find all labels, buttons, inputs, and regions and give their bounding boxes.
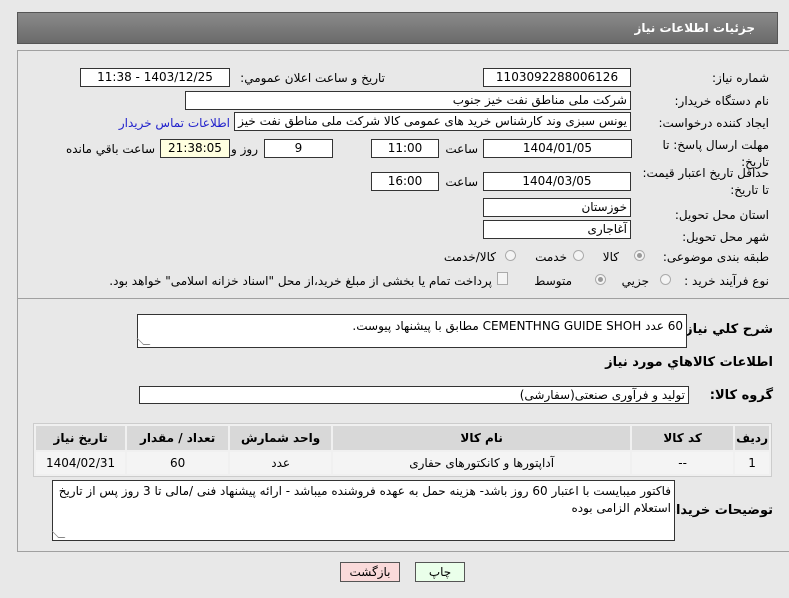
city-field[interactable]: آغاجاری xyxy=(483,220,631,239)
province-label: استان محل تحویل: xyxy=(674,208,769,222)
process-medium-radio[interactable] xyxy=(595,274,606,285)
validity-time-label: ساعت xyxy=(445,175,478,189)
cell-code: -- xyxy=(632,452,734,474)
deadline-date-field[interactable]: 1404/01/05 xyxy=(483,139,632,158)
col-code: کد کالا xyxy=(632,426,734,450)
remaining-label: ساعت باقي مانده xyxy=(65,142,155,156)
need-number-label: شماره نیاز: xyxy=(712,71,769,85)
category-both-label: کالا/خدمت xyxy=(443,250,496,264)
col-unit: واحد شمارش xyxy=(230,426,332,450)
table-row: 1 -- آداپتورها و کانکتورهای حفاری عدد 60… xyxy=(36,452,769,474)
back-button[interactable]: بازگشت xyxy=(340,562,400,582)
city-label: شهر محل تحویل: xyxy=(682,230,769,244)
category-goods-label: کالا xyxy=(602,250,619,264)
col-name: نام کالا xyxy=(333,426,631,450)
days-field[interactable]: 9 xyxy=(264,139,333,158)
remaining-time-field: 21:38:05 xyxy=(160,139,230,158)
summary-label: شرح کلي نياز: xyxy=(679,322,773,337)
buyer-label: نام دستگاه خریدار: xyxy=(674,94,770,108)
cell-name: آداپتورها و کانکتورهای حفاری xyxy=(333,452,631,474)
notes-label: توضیحات خریدار: xyxy=(663,503,773,518)
notes-text: فاکتور میبایست با اعتبار 60 روز باشد- هز… xyxy=(58,484,671,515)
announce-field[interactable]: 1403/12/25 - 11:38 xyxy=(80,68,230,87)
page-header: جزئیات اطلاعات نیاز xyxy=(17,12,778,44)
col-qty: تعداد / مقدار xyxy=(127,426,229,450)
goods-table: ردیف کد کالا نام کالا واحد شمارش تعداد /… xyxy=(33,423,772,477)
announce-label: تاریخ و ساعت اعلان عمومي: xyxy=(240,71,385,85)
contact-info-link[interactable]: اطلاعات تماس خریدار xyxy=(119,116,230,130)
creator-label: ایجاد کننده درخواست: xyxy=(658,116,769,130)
table-header-row: ردیف کد کالا نام کالا واحد شمارش تعداد /… xyxy=(36,426,769,450)
divider xyxy=(17,298,789,299)
creator-field[interactable]: یونس سبزی وند کارشناس خرید های عمومی کال… xyxy=(234,112,631,131)
process-label: نوع فرآیند خرید : xyxy=(684,274,769,288)
summary-textarea[interactable]: 60 عدد CEMENTHNG GUIDE SHOH مطابق با پیش… xyxy=(136,314,687,348)
province-field[interactable]: خوزستان xyxy=(483,198,631,217)
goods-group-label: گروه کالا: xyxy=(709,388,773,403)
resize-grip[interactable] xyxy=(51,531,66,538)
process-small-radio[interactable] xyxy=(660,274,671,285)
col-row: ردیف xyxy=(735,426,769,450)
print-button[interactable]: چاپ xyxy=(415,562,465,582)
cell-row: 1 xyxy=(735,452,769,474)
deadline-time-label: ساعت xyxy=(445,142,478,156)
goods-title: اطلاعات کالاهاي مورد نياز xyxy=(605,355,773,370)
category-service-label: خدمت xyxy=(535,250,567,264)
category-goods-radio[interactable] xyxy=(634,250,645,261)
cell-qty: 60 xyxy=(127,452,229,474)
treasury-checkbox[interactable] xyxy=(497,272,508,285)
cell-date: 1404/02/31 xyxy=(36,452,126,474)
deadline-time-field[interactable]: 11:00 xyxy=(371,139,439,158)
cell-unit: عدد xyxy=(230,452,332,474)
days-label: روز و xyxy=(231,142,258,156)
validity-label: حداقل تاریخ اعتبار قیمت: تا تاریخ: xyxy=(642,166,769,197)
need-number-field[interactable]: 1103092288006126 xyxy=(483,68,631,87)
page-title: جزئیات اطلاعات نیاز xyxy=(634,21,755,35)
category-both-radio[interactable] xyxy=(505,250,516,261)
process-small-label: جزیي xyxy=(621,274,649,288)
buyer-field[interactable]: شرکت ملی مناطق نفت خیز جنوب xyxy=(185,91,631,110)
notes-textarea[interactable]: فاکتور میبایست با اعتبار 60 روز باشد- هز… xyxy=(51,480,675,541)
category-service-radio[interactable] xyxy=(573,250,584,261)
payment-note: پرداخت تمام یا بخشی از مبلغ خرید،از محل … xyxy=(109,274,492,288)
resize-grip[interactable] xyxy=(136,338,151,345)
validity-time-field[interactable]: 16:00 xyxy=(371,172,439,191)
category-label: طبقه بندی موضوعی: xyxy=(662,250,769,264)
col-date: تاریخ نیاز xyxy=(36,426,126,450)
process-medium-label: متوسط xyxy=(534,274,572,288)
validity-date-field[interactable]: 1404/03/05 xyxy=(483,172,631,191)
summary-text: 60 عدد CEMENTHNG GUIDE SHOH مطابق با پیش… xyxy=(352,319,683,333)
goods-group-field[interactable]: تولید و فرآوری صنعتی(سفارشی) xyxy=(139,386,689,404)
